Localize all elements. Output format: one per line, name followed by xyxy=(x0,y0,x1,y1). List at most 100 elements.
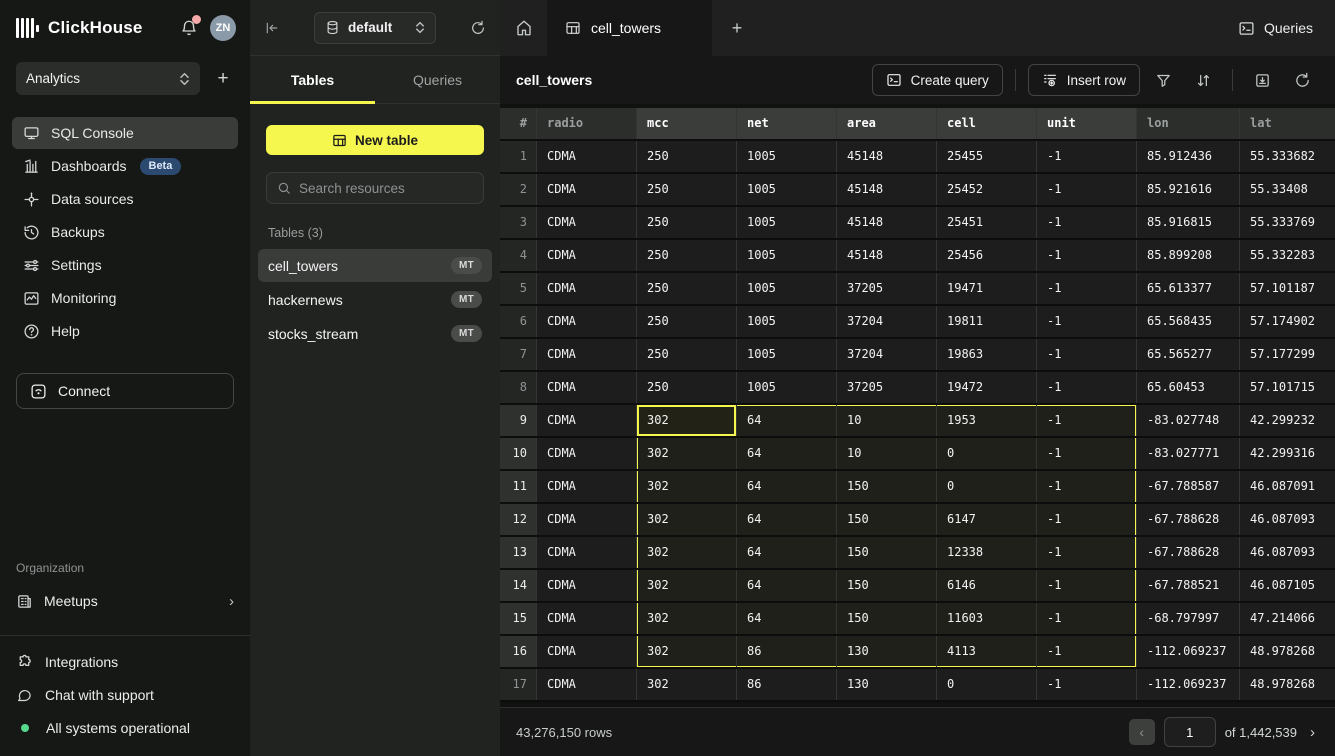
grid-cell[interactable]: -68.797997 xyxy=(1137,603,1240,634)
nav-item-meetups[interactable]: Meetups › xyxy=(16,585,234,617)
grid-cell[interactable]: 130 xyxy=(837,669,937,700)
grid-cell[interactable]: 250 xyxy=(637,372,737,403)
grid-cell[interactable]: 302 xyxy=(637,504,737,535)
grid-cell[interactable]: 1005 xyxy=(737,141,837,172)
grid-cell[interactable]: -67.788628 xyxy=(1137,504,1240,535)
grid-cell[interactable]: 19863 xyxy=(937,339,1037,370)
grid-cell[interactable]: CDMA xyxy=(537,141,637,172)
filter-icon[interactable] xyxy=(1146,64,1180,96)
grid-cell[interactable]: -1 xyxy=(1037,240,1137,271)
grid-cell[interactable]: 64 xyxy=(737,537,837,568)
grid-cell[interactable]: 1005 xyxy=(737,273,837,304)
grid-cell[interactable]: 55.332283 xyxy=(1240,240,1335,271)
grid-cell[interactable]: 10 xyxy=(837,405,937,436)
grid-cell[interactable]: CDMA xyxy=(537,636,637,667)
sort-icon[interactable] xyxy=(1186,64,1220,96)
grid-rownum-cell[interactable]: 12 xyxy=(500,504,537,535)
nav-item-sql-console[interactable]: SQL Console xyxy=(12,117,238,149)
grid-cell[interactable]: 65.565277 xyxy=(1137,339,1240,370)
notifications-bell-icon[interactable] xyxy=(178,17,200,39)
grid-cell[interactable]: 42.299316 xyxy=(1240,438,1335,469)
grid-rownum-cell[interactable]: 7 xyxy=(500,339,537,370)
grid-column-header[interactable]: lon xyxy=(1137,108,1240,139)
database-select[interactable]: default xyxy=(314,12,436,44)
grid-cell[interactable]: 48.978268 xyxy=(1240,669,1335,700)
grid-column-header[interactable]: area xyxy=(837,108,937,139)
home-icon[interactable] xyxy=(500,0,547,56)
grid-cell[interactable]: 250 xyxy=(637,306,737,337)
prev-page-button[interactable]: ‹ xyxy=(1129,719,1155,745)
grid-cell[interactable]: 64 xyxy=(737,405,837,436)
nav-item-dashboards[interactable]: Dashboards Beta xyxy=(12,150,238,182)
create-query-button[interactable]: Create query xyxy=(872,64,1003,96)
grid-rownum-cell[interactable]: 1 xyxy=(500,141,537,172)
grid-cell[interactable]: 57.101715 xyxy=(1240,372,1335,403)
grid-cell[interactable]: 57.174902 xyxy=(1240,306,1335,337)
grid-rownum-cell[interactable]: 3 xyxy=(500,207,537,238)
table-list-item[interactable]: hackernewsMT xyxy=(258,283,492,316)
grid-cell[interactable]: -67.788521 xyxy=(1137,570,1240,601)
grid-cell[interactable]: 6147 xyxy=(937,504,1037,535)
grid-cell[interactable]: -67.788587 xyxy=(1137,471,1240,502)
grid-cell[interactable]: 302 xyxy=(637,669,737,700)
page-input[interactable] xyxy=(1164,717,1216,747)
grid-cell[interactable]: 85.916815 xyxy=(1137,207,1240,238)
grid-cell[interactable]: 86 xyxy=(737,669,837,700)
nav-item-settings[interactable]: Settings xyxy=(12,249,238,281)
table-list-item[interactable]: cell_towersMT xyxy=(258,249,492,282)
grid-cell[interactable]: 150 xyxy=(837,603,937,634)
grid-cell[interactable]: 46.087091 xyxy=(1240,471,1335,502)
grid-cell[interactable]: 1953 xyxy=(937,405,1037,436)
grid-cell[interactable]: 65.613377 xyxy=(1137,273,1240,304)
grid-cell[interactable]: 46.087093 xyxy=(1240,504,1335,535)
grid-cell[interactable]: 4113 xyxy=(937,636,1037,667)
grid-rownum-cell[interactable]: 10 xyxy=(500,438,537,469)
grid-cell[interactable]: -1 xyxy=(1037,372,1137,403)
grid-cell[interactable]: 37204 xyxy=(837,339,937,370)
grid-cell[interactable]: 37205 xyxy=(837,372,937,403)
grid-cell[interactable]: -83.027771 xyxy=(1137,438,1240,469)
grid-cell[interactable]: 25455 xyxy=(937,141,1037,172)
insert-row-button[interactable]: Insert row xyxy=(1028,64,1140,96)
grid-rownum-cell[interactable]: 2 xyxy=(500,174,537,205)
grid-cell[interactable]: 302 xyxy=(637,537,737,568)
grid-cell[interactable]: -1 xyxy=(1037,537,1137,568)
grid-cell[interactable]: -1 xyxy=(1037,669,1137,700)
grid-cell[interactable]: 57.177299 xyxy=(1240,339,1335,370)
grid-cell[interactable]: 46.087105 xyxy=(1240,570,1335,601)
grid-column-header[interactable]: lat xyxy=(1240,108,1335,139)
grid-cell[interactable]: 150 xyxy=(837,504,937,535)
grid-cell[interactable]: 47.214066 xyxy=(1240,603,1335,634)
grid-cell[interactable]: 85.899208 xyxy=(1137,240,1240,271)
nav-item-integrations[interactable]: Integrations xyxy=(16,648,234,676)
grid-cell[interactable]: 250 xyxy=(637,339,737,370)
grid-cell[interactable]: CDMA xyxy=(537,273,637,304)
grid-cell[interactable]: CDMA xyxy=(537,603,637,634)
tab-queries[interactable]: Queries xyxy=(375,56,500,103)
grid-cell[interactable]: 45148 xyxy=(837,207,937,238)
grid-cell[interactable]: 0 xyxy=(937,438,1037,469)
grid-cell[interactable]: CDMA xyxy=(537,471,637,502)
grid-cell[interactable]: 1005 xyxy=(737,372,837,403)
grid-cell[interactable]: 130 xyxy=(837,636,937,667)
grid-cell[interactable]: CDMA xyxy=(537,207,637,238)
grid-cell[interactable]: -1 xyxy=(1037,273,1137,304)
next-page-button[interactable]: › xyxy=(1306,724,1319,741)
grid-cell[interactable]: CDMA xyxy=(537,438,637,469)
grid-cell[interactable]: 250 xyxy=(637,207,737,238)
grid-cell[interactable]: 55.333769 xyxy=(1240,207,1335,238)
grid-cell[interactable]: -1 xyxy=(1037,603,1137,634)
grid-cell[interactable]: 250 xyxy=(637,141,737,172)
grid-rownum-cell[interactable]: 16 xyxy=(500,636,537,667)
grid-cell[interactable]: 150 xyxy=(837,537,937,568)
nav-item-chat-support[interactable]: Chat with support xyxy=(16,681,234,709)
grid-cell[interactable]: 64 xyxy=(737,471,837,502)
grid-cell[interactable]: 85.912436 xyxy=(1137,141,1240,172)
search-resources-box[interactable] xyxy=(266,172,484,204)
grid-cell[interactable]: 86 xyxy=(737,636,837,667)
grid-cell[interactable]: CDMA xyxy=(537,174,637,205)
grid-cell[interactable]: 10 xyxy=(837,438,937,469)
grid-cell[interactable]: 45148 xyxy=(837,240,937,271)
grid-cell[interactable]: -112.069237 xyxy=(1137,636,1240,667)
grid-cell[interactable]: 1005 xyxy=(737,207,837,238)
